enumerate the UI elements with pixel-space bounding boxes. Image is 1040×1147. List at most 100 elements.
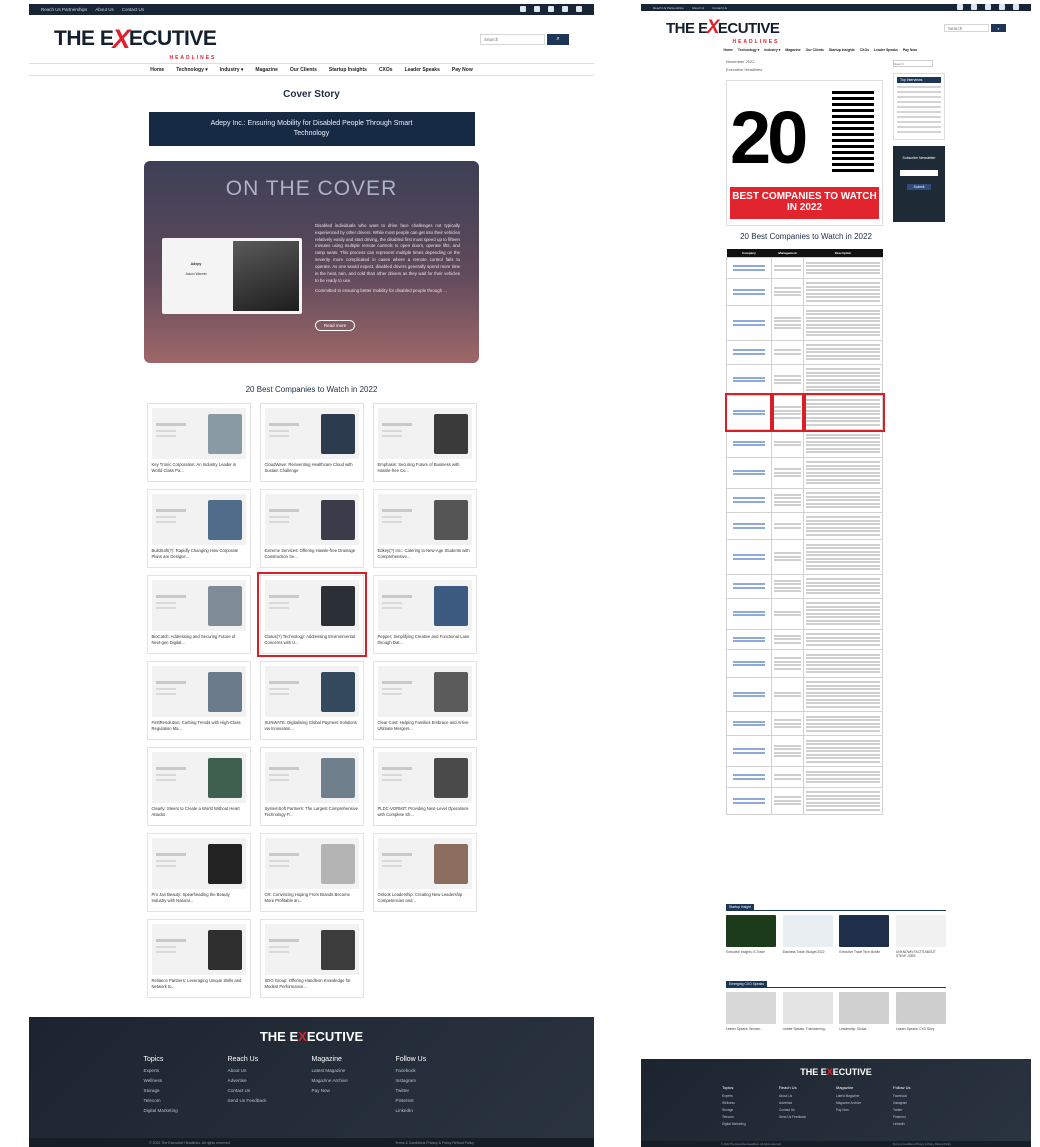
company-link[interactable] [733, 413, 765, 415]
nav-item[interactable]: Startup Insights [829, 48, 855, 52]
footer-logo[interactable]: THE EXECUTIVE [641, 1059, 1031, 1077]
search-input[interactable] [944, 24, 989, 32]
company-link[interactable] [733, 444, 765, 446]
company-cell[interactable] [726, 339, 772, 365]
newsletter-submit-button[interactable]: Submit [907, 184, 931, 190]
sidebar-line[interactable] [897, 101, 941, 103]
post-item[interactable]: Leader Speaks: Transforming... [782, 992, 833, 1031]
footer-link[interactable]: Digital Marketing [722, 1122, 779, 1126]
company-link[interactable] [733, 610, 765, 613]
company-link[interactable] [733, 440, 765, 443]
company-link[interactable] [733, 523, 765, 525]
nav-item[interactable]: Industry ▾ [764, 48, 780, 52]
footer-link[interactable]: Pinterest [396, 1098, 480, 1103]
company-link[interactable] [733, 798, 765, 800]
footer-link[interactable]: Digital Marketing [144, 1108, 228, 1113]
company-card[interactable]: Extreme Services: Offering Hassle-free D… [259, 489, 364, 568]
footer-link[interactable]: Advertise [228, 1078, 312, 1083]
footer-link[interactable]: Send Us Feedback [228, 1098, 312, 1103]
company-card[interactable]: SUNWATE: Digitalising Global Payment Sol… [259, 661, 364, 740]
sidebar-line[interactable] [897, 111, 941, 113]
company-cell[interactable] [726, 487, 772, 513]
company-cell[interactable] [724, 393, 774, 432]
company-link[interactable] [733, 268, 765, 271]
legal-links[interactable]: Terms & Conditions Privacy & Policy Refu… [395, 1141, 474, 1145]
company-link[interactable] [733, 660, 765, 663]
footer-link[interactable]: Advertise [779, 1101, 836, 1105]
footer-link[interactable]: LinkedIn [396, 1108, 480, 1113]
company-link[interactable] [733, 349, 765, 352]
company-cell[interactable] [726, 429, 772, 458]
company-cell[interactable] [726, 676, 772, 712]
company-link[interactable] [733, 497, 765, 500]
company-cell[interactable] [726, 786, 772, 815]
company-cell[interactable] [726, 257, 772, 279]
post-item[interactable]: Leader Speaks: CXO Story [895, 992, 946, 1031]
sidebar-search-input[interactable] [893, 60, 933, 67]
footer-link[interactable]: Instagram [893, 1101, 950, 1105]
footer-link[interactable]: Latest Magazine [312, 1068, 396, 1073]
footer-link[interactable]: Contact Us [228, 1088, 312, 1093]
post-item[interactable]: Leadership: Global... [839, 992, 890, 1031]
site-logo[interactable]: THE E X ECUTIVE HEADLINES [54, 24, 217, 61]
post-item[interactable]: UNKNOWN FACTS ABOUT STEVE JOBS [895, 915, 946, 958]
pinterest-icon[interactable] [562, 6, 568, 12]
company-link[interactable] [733, 557, 765, 560]
twitter-icon[interactable] [985, 4, 991, 10]
footer-link[interactable]: Experts [144, 1068, 228, 1073]
legal-links[interactable]: Terms & Conditions Privacy & Policy Refu… [892, 1143, 951, 1146]
nav-item[interactable]: Our Clients [290, 67, 317, 73]
newsletter-email-input[interactable] [900, 170, 938, 176]
company-card[interactable]: Reliance Partners: Leveraging Unique Ski… [146, 919, 251, 998]
company-card[interactable]: Edkey(?) Inc.: Catering to New-Age Stude… [372, 489, 477, 568]
company-card[interactable]: Pro Jan Beauty: Spearheading the Beauty … [146, 833, 251, 912]
post-item[interactable]: Executive Trade Tech Mobile [839, 915, 890, 958]
company-card[interactable]: FirstResolution: Curbing Trends with Hig… [146, 661, 251, 740]
site-logo[interactable]: THE E X ECUTIVE HEADLINES [666, 17, 780, 45]
company-card[interactable]: BioCatch: Addressing and Securing Future… [146, 575, 251, 654]
instagram-icon[interactable] [534, 6, 540, 12]
nav-item[interactable]: Magazine [785, 48, 800, 52]
sidebar-line[interactable] [897, 131, 941, 133]
read-more-button[interactable]: Read more [315, 320, 355, 331]
company-link[interactable] [733, 500, 765, 503]
nav-item[interactable]: Home [724, 48, 733, 52]
company-link[interactable] [733, 526, 765, 529]
nav-item[interactable]: Our Clients [806, 48, 824, 52]
company-card[interactable]: Pepper: Simplifying Creative and Functio… [372, 575, 477, 654]
post-item[interactable]: Executive Insights: E-Trade [726, 915, 776, 958]
footer-link[interactable]: Pinterest [893, 1115, 950, 1119]
facebook-icon[interactable] [520, 6, 526, 12]
company-link[interactable] [733, 720, 765, 723]
top-link[interactable]: About Us [692, 6, 704, 10]
top-link[interactable]: About Us [95, 7, 114, 12]
nav-item[interactable]: Pay Now [452, 67, 473, 73]
nav-item[interactable]: Leader Speaks [405, 67, 440, 73]
twitter-icon[interactable] [548, 6, 554, 12]
footer-logo[interactable]: THE EXECUTIVE [29, 1017, 594, 1044]
company-link[interactable] [733, 380, 765, 383]
search-input[interactable] [480, 33, 545, 45]
footer-link[interactable]: Twitter [893, 1108, 950, 1112]
company-card[interactable]: PLDC-VORMIT: Providing Next-Level Operat… [372, 747, 477, 826]
company-link[interactable] [733, 801, 765, 804]
linkedin-icon[interactable] [576, 6, 582, 12]
company-card[interactable]: CloudWave: Reinventing Healthcare Cloud … [259, 403, 364, 482]
company-card[interactable]: CR: Convincing Hoping From Brands Become… [259, 833, 364, 912]
search-icon[interactable]: ⌕ [547, 33, 569, 45]
top-link[interactable]: Reach Us Partnerships [41, 7, 87, 12]
company-link[interactable] [733, 640, 765, 642]
company-card[interactable]: Clear Cost: Helping Families Embrace and… [372, 661, 477, 740]
company-link[interactable] [733, 352, 765, 355]
company-link[interactable] [733, 586, 765, 589]
linkedin-icon[interactable] [1013, 4, 1019, 10]
nav-item[interactable]: Pay Now [903, 48, 917, 52]
company-card[interactable]: Key Tronic Corporation: An Industry Lead… [146, 403, 251, 482]
nav-item[interactable]: Technology ▾ [738, 48, 759, 52]
facebook-icon[interactable] [957, 4, 963, 10]
company-link[interactable] [733, 320, 765, 322]
company-link[interactable] [733, 774, 765, 776]
top-link[interactable]: Contact Us [122, 7, 144, 12]
nav-item[interactable]: Startup Insights [329, 67, 367, 73]
company-link[interactable] [733, 469, 765, 472]
